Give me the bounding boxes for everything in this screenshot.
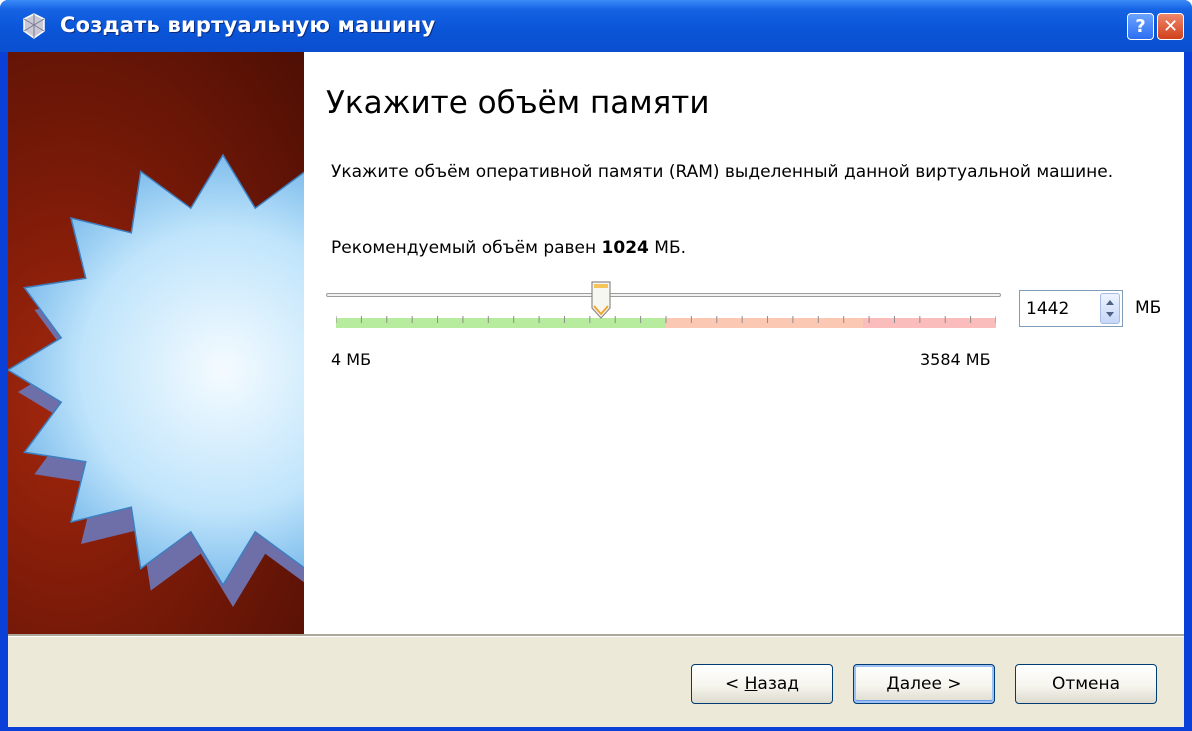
starburst-image xyxy=(8,153,304,607)
wizard-content: Укажите объём памяти Укажите объём опера… xyxy=(8,52,1184,634)
dialog-window: Создать виртуальную машину ? ✕ Укажите о… xyxy=(0,0,1192,731)
memory-slider[interactable] xyxy=(326,280,1001,340)
title-bar[interactable]: Создать виртуальную машину ? ✕ xyxy=(0,0,1192,52)
help-button[interactable]: ? xyxy=(1127,13,1154,40)
dialog-client: Укажите объём памяти Укажите объём опера… xyxy=(8,52,1184,727)
recommend-prefix: Рекомендуемый объём равен xyxy=(331,238,597,258)
slider-min-label: 4 МБ xyxy=(331,350,372,369)
wizard-banner xyxy=(8,52,304,634)
spin-up-icon[interactable] xyxy=(1106,300,1114,305)
recommend-value: 1024 xyxy=(601,238,649,258)
page-title: Укажите объём памяти xyxy=(326,85,710,121)
slider-thumb[interactable] xyxy=(590,280,612,320)
starburst-shape xyxy=(8,153,304,587)
virtualbox-icon xyxy=(23,13,45,39)
spin-down-icon[interactable] xyxy=(1106,312,1114,317)
next-button[interactable]: Далее > xyxy=(853,664,995,704)
memory-unit-label: МБ xyxy=(1135,298,1162,318)
page-description: Укажите объём оперативной памяти (RAM) в… xyxy=(331,162,1114,182)
footer-separator xyxy=(8,634,1184,637)
recommend-unit: МБ. xyxy=(654,238,687,258)
slider-ticks xyxy=(336,316,996,323)
slider-max-label: 3584 МБ xyxy=(920,350,991,369)
memory-spinbox[interactable]: 1442 xyxy=(1019,290,1123,327)
spin-buttons[interactable] xyxy=(1100,293,1120,324)
back-button[interactable]: < Назад xyxy=(691,664,833,704)
cancel-button[interactable]: Отмена xyxy=(1015,664,1157,704)
close-button[interactable]: ✕ xyxy=(1157,13,1184,40)
memory-spinbox-value[interactable]: 1442 xyxy=(1026,299,1069,319)
window-title: Создать виртуальную машину xyxy=(60,13,436,37)
slider-track[interactable] xyxy=(326,293,1001,297)
recommended-memory-text: Рекомендуемый объём равен 1024 МБ. xyxy=(331,238,686,258)
